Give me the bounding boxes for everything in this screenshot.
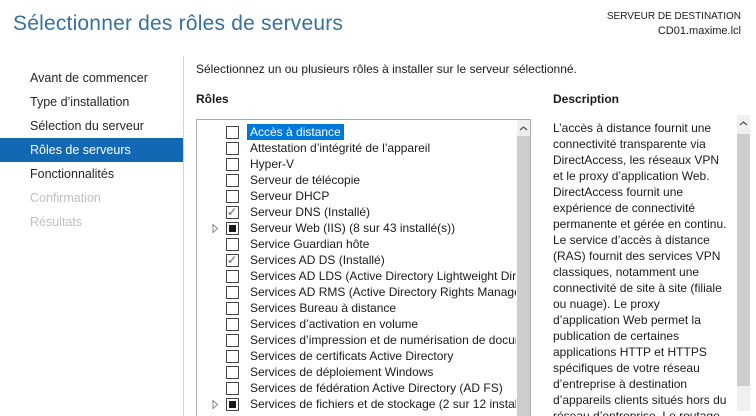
role-checkbox[interactable] xyxy=(226,238,239,251)
scroll-up-icon[interactable] xyxy=(737,115,750,131)
role-label[interactable]: Services AD RMS (Active Directory Rights… xyxy=(247,284,516,300)
sidebar-divider xyxy=(183,56,184,416)
role-checkbox[interactable] xyxy=(226,222,239,235)
description-scrollbar-thumb[interactable] xyxy=(737,134,750,386)
role-label[interactable]: Services AD DS (Installé) xyxy=(247,252,388,268)
role-label[interactable]: Serveur DNS (Installé) xyxy=(247,204,373,220)
role-row-services-ad-rms-active-directory-rights-[interactable]: Services AD RMS (Active Directory Rights… xyxy=(197,284,516,300)
role-checkbox[interactable] xyxy=(226,318,239,331)
role-label[interactable]: Serveur de télécopie xyxy=(247,172,363,188)
role-label[interactable]: Services AD LDS (Active Directory Lightw… xyxy=(247,268,516,284)
role-checkbox[interactable] xyxy=(226,334,239,347)
role-row-services-bureau-a-distance[interactable]: Services Bureau à distance xyxy=(197,300,516,316)
role-checkbox[interactable] xyxy=(226,158,239,171)
sidebar-item-type-d-installation[interactable]: Type d’installation xyxy=(0,90,183,114)
role-checkbox[interactable]: ✓ xyxy=(226,206,239,219)
wizard-window: Sélectionner des rôles de serveurs SERVE… xyxy=(0,0,756,416)
installed-check-icon: ✓ xyxy=(227,205,237,219)
role-checkbox[interactable]: ✓ xyxy=(226,254,239,267)
role-row-services-de-fichiers-et-de-stockage-2-su[interactable]: Services de fichiers et de stockage (2 s… xyxy=(197,396,516,412)
role-checkbox[interactable] xyxy=(226,366,239,379)
role-checkbox[interactable] xyxy=(226,270,239,283)
role-checkbox[interactable] xyxy=(226,126,239,139)
expand-arrow-icon[interactable] xyxy=(212,224,226,233)
role-label[interactable]: Accès à distance xyxy=(247,124,344,140)
description-scrollbar[interactable] xyxy=(737,115,750,411)
sidebar-item-fonctionnalites[interactable]: Fonctionnalités xyxy=(0,162,183,186)
roles-scrollbar[interactable] xyxy=(517,120,530,416)
role-row-hyper-v[interactable]: Hyper-V xyxy=(197,156,516,172)
sidebar-item-resultats: Résultats xyxy=(0,210,183,234)
scroll-up-icon[interactable] xyxy=(517,120,530,136)
role-checkbox[interactable] xyxy=(226,190,239,203)
roles-header: Rôles xyxy=(196,92,229,106)
roles-listbox[interactable]: Accès à distanceAttestation d’intégrité … xyxy=(196,119,531,416)
sidebar-item-selection-du-serveur[interactable]: Sélection du serveur xyxy=(0,114,183,138)
role-checkbox[interactable] xyxy=(226,398,239,411)
role-row-services-de-federation-active-directory-[interactable]: Services de fédération Active Directory … xyxy=(197,380,516,396)
role-label[interactable]: Services de fichiers et de stockage (2 s… xyxy=(247,396,516,412)
page-title: Sélectionner des rôles de serveurs xyxy=(13,12,343,36)
role-label[interactable]: Attestation d’intégrité de l’appareil xyxy=(247,140,433,156)
role-label[interactable]: Services de déploiement Windows xyxy=(247,364,436,380)
role-label[interactable]: Serveur Web (IIS) (8 sur 43 installé(s)) xyxy=(247,220,458,236)
role-row-services-ad-ds-installe[interactable]: ✓ Services AD DS (Installé) xyxy=(197,252,516,268)
description-header: Description xyxy=(553,92,619,106)
expand-arrow-icon[interactable] xyxy=(212,400,226,409)
role-label[interactable]: Services de fédération Active Directory … xyxy=(247,380,506,396)
partial-selection-icon xyxy=(229,401,236,408)
role-checkbox[interactable] xyxy=(226,174,239,187)
partial-selection-icon xyxy=(229,225,236,232)
role-label[interactable]: Service Guardian hôte xyxy=(247,236,372,252)
role-label[interactable]: Services Bureau à distance xyxy=(247,300,399,316)
wizard-nav: Avant de commencerType d’installationSél… xyxy=(0,66,183,234)
destination-server-name: CD01.maxime.lcl xyxy=(607,24,741,38)
role-label[interactable]: Services de certificats Active Directory xyxy=(247,348,456,364)
role-label[interactable]: Hyper-V xyxy=(247,156,297,172)
role-checkbox[interactable] xyxy=(226,350,239,363)
role-label[interactable]: Services d’impression et de numérisation… xyxy=(247,332,516,348)
sidebar-item-avant-de-commencer[interactable]: Avant de commencer xyxy=(0,66,183,90)
role-row-services-de-certificats-active-directory[interactable]: Services de certificats Active Directory xyxy=(197,348,516,364)
role-checkbox[interactable] xyxy=(226,382,239,395)
role-checkbox[interactable] xyxy=(226,302,239,315)
role-row-serveur-dns-installe[interactable]: ✓ Serveur DNS (Installé) xyxy=(197,204,516,220)
role-row-serveur-de-telecopie[interactable]: Serveur de télécopie xyxy=(197,172,516,188)
sidebar-item-confirmation: Confirmation xyxy=(0,186,183,210)
role-label[interactable]: Serveur DHCP xyxy=(247,188,332,204)
role-checkbox[interactable] xyxy=(226,286,239,299)
sidebar-item-roles-de-serveurs[interactable]: Rôles de serveurs xyxy=(0,138,183,162)
role-checkbox[interactable] xyxy=(226,142,239,155)
role-row-service-guardian-hote[interactable]: Service Guardian hôte xyxy=(197,236,516,252)
role-row-serveur-web-iis-8-sur-43-installe-s[interactable]: Serveur Web (IIS) (8 sur 43 installé(s)) xyxy=(197,220,516,236)
role-row-services-d-impression-et-de-numerisation[interactable]: Services d’impression et de numérisation… xyxy=(197,332,516,348)
destination-server-label: SERVEUR DE DESTINATION xyxy=(607,10,741,24)
roles-scrollbar-thumb[interactable] xyxy=(517,136,530,416)
role-row-services-de-deploiement-windows[interactable]: Services de déploiement Windows xyxy=(197,364,516,380)
role-row-serveur-dhcp[interactable]: Serveur DHCP xyxy=(197,188,516,204)
role-row-acces-a-distance[interactable]: Accès à distance xyxy=(197,124,516,140)
role-description: L’accès à distance fournit une connectiv… xyxy=(553,120,729,416)
intro-text: Sélectionnez un ou plusieurs rôles à ins… xyxy=(196,62,577,76)
role-row-services-d-activation-en-volume[interactable]: Services d’activation en volume xyxy=(197,316,516,332)
role-row-attestation-d-integrite-de-l-appareil[interactable]: Attestation d’intégrité de l’appareil xyxy=(197,140,516,156)
installed-check-icon: ✓ xyxy=(227,253,237,267)
destination-server-block: SERVEUR DE DESTINATION CD01.maxime.lcl xyxy=(607,10,741,38)
role-row-services-ad-lds-active-directory-lightwe[interactable]: Services AD LDS (Active Directory Lightw… xyxy=(197,268,516,284)
role-label[interactable]: Services d’activation en volume xyxy=(247,316,421,332)
